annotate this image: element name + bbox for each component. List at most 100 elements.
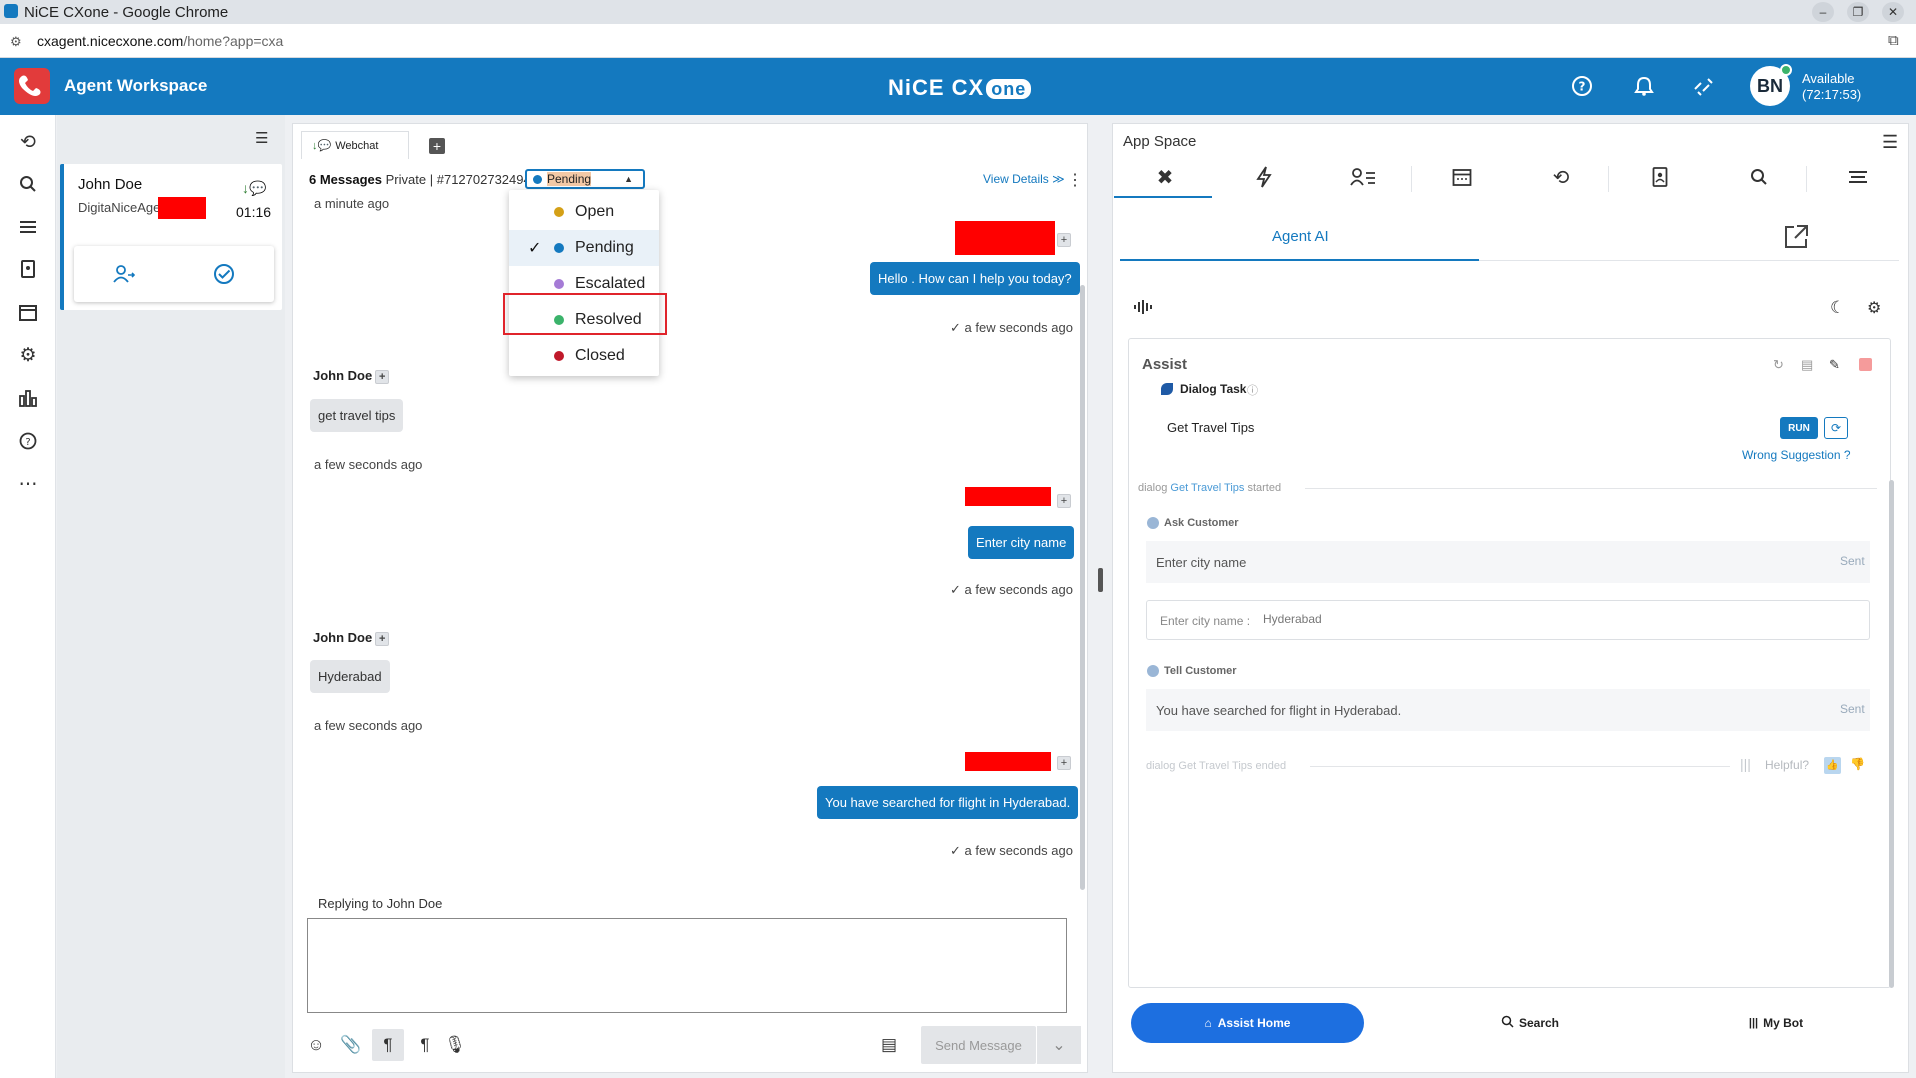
dialog-task-icon — [1160, 382, 1174, 396]
settings-gear-icon[interactable]: ⚙ — [1867, 298, 1881, 318]
info-icon[interactable]: ⓘ — [1247, 382, 1258, 398]
waveform-icon[interactable] — [1133, 299, 1153, 320]
conversation-meta: 6 Messages Private | #712702732494 — [309, 172, 531, 187]
paragraph-icon[interactable]: ¶ — [412, 1032, 438, 1058]
more-options-icon[interactable]: ⋮ — [1067, 170, 1083, 190]
contacts-book-icon[interactable] — [1645, 163, 1675, 191]
send-options-chevron-down-icon[interactable]: ⌄ — [1037, 1026, 1081, 1064]
queue-icon[interactable] — [14, 213, 42, 241]
send-message-button[interactable]: Send Message — [921, 1026, 1036, 1064]
redacted-block — [965, 752, 1051, 771]
url-host: cxagent.nicecxone.com — [37, 32, 184, 49]
bell-icon[interactable] — [1632, 75, 1656, 99]
disconnect-icon[interactable] — [1692, 75, 1716, 99]
help-icon[interactable]: ? — [1570, 75, 1594, 99]
status-option-open[interactable]: Open — [509, 194, 659, 230]
tell-customer-label: Tell Customer — [1147, 665, 1237, 678]
assist-scrollbar[interactable] — [1889, 480, 1894, 988]
status-dot — [554, 351, 564, 361]
address-bar[interactable]: ⚙ cxagent.nicecxone.com/home?app=cxa ⧉ — [0, 24, 1916, 58]
history-icon[interactable]: ⟲ — [14, 128, 42, 156]
window-title: NiCE CXone - Google Chrome — [24, 3, 229, 21]
thumbs-down-icon[interactable]: 👎 — [1850, 757, 1865, 771]
message-time: ✓ a few seconds ago — [950, 843, 1073, 858]
external-link-icon[interactable] — [1783, 224, 1809, 257]
restore-icon[interactable]: ❐ — [1847, 2, 1869, 22]
customer-profile-icon[interactable] — [1348, 163, 1378, 191]
agent-status-label: Available — [1802, 71, 1855, 86]
emoji-icon[interactable]: ☺ — [303, 1032, 329, 1058]
status-option-pending[interactable]: ✓ Pending — [509, 230, 659, 266]
panel-resize-handle[interactable] — [1098, 568, 1103, 592]
edit-icon[interactable]: ✎ — [1829, 357, 1840, 373]
tools-icon[interactable]: ✖ — [1150, 163, 1180, 191]
tab-agent-ai[interactable]: Agent AI — [1272, 228, 1329, 245]
site-settings-icon[interactable]: ⚙ — [10, 34, 22, 50]
add-icon[interactable]: + — [1057, 233, 1071, 247]
chat-incoming-icon: ↓💬 — [242, 180, 267, 196]
contact-timer: 01:16 — [236, 204, 272, 220]
knowledge-base-icon[interactable] — [1843, 163, 1873, 191]
stop-icon[interactable] — [1859, 358, 1872, 371]
my-bot-button[interactable]: ||| My Bot — [1716, 1003, 1836, 1043]
tab-webchat[interactable]: ↓💬 Webchat — [301, 131, 409, 159]
gear-icon[interactable]: ⚙ — [14, 341, 42, 369]
directory-icon[interactable] — [14, 255, 42, 283]
customer-message: get travel tips — [310, 399, 404, 432]
add-icon[interactable]: + — [375, 369, 390, 384]
search-icon[interactable] — [14, 170, 42, 198]
run-button[interactable]: RUN — [1780, 417, 1818, 439]
ask-customer-text: Enter city name — [1156, 555, 1247, 570]
add-icon[interactable]: + — [375, 631, 390, 646]
status-select[interactable]: Pending ▲ — [525, 169, 645, 189]
history-icon[interactable]: ⟲ — [1546, 163, 1576, 191]
search-icon[interactable] — [1744, 163, 1774, 191]
reply-label: Replying to John Doe — [318, 896, 443, 911]
lightning-icon[interactable] — [1249, 163, 1279, 191]
calendar-icon[interactable] — [14, 298, 42, 326]
refresh-icon[interactable]: ↻ — [1773, 357, 1784, 373]
waveform-icon: ||| — [1740, 756, 1751, 772]
reply-input[interactable] — [307, 918, 1067, 1013]
city-name-input[interactable] — [1146, 600, 1870, 640]
help-circle-icon[interactable]: ? — [14, 427, 42, 455]
collapse-list-icon[interactable]: ☰ — [255, 129, 268, 147]
check-icon: ✓ — [528, 240, 542, 257]
attachment-icon[interactable]: 📎 — [338, 1032, 364, 1058]
agent-message: Enter city name — [968, 526, 1075, 559]
status-dot — [554, 207, 564, 217]
contact-card[interactable]: John Doe DigitaNiceAgent ↓💬 01:16 — [60, 164, 282, 310]
close-icon[interactable]: ✕ — [1882, 2, 1904, 22]
transfer-icon[interactable] — [74, 246, 174, 302]
install-app-icon[interactable]: ⧉ — [1888, 32, 1899, 49]
add-icon[interactable]: + — [1057, 756, 1071, 770]
add-tab-button[interactable]: + — [429, 138, 445, 154]
agent-status[interactable]: Available (72:17:53) — [1802, 71, 1861, 103]
minimize-icon[interactable]: – — [1812, 2, 1834, 22]
wrong-suggestion-link[interactable]: Wrong Suggestion ? — [1742, 448, 1851, 462]
assist-home-button[interactable]: ⌂ Assist Home — [1131, 1003, 1364, 1043]
add-icon[interactable]: + — [1057, 494, 1071, 508]
complete-icon[interactable] — [174, 246, 274, 302]
quick-replies-icon[interactable]: ▤ — [876, 1032, 902, 1058]
status-select-value: Pending — [547, 172, 592, 186]
app-space-menu-icon[interactable]: ☰ — [1882, 132, 1898, 153]
assist-title: Assist — [1142, 356, 1188, 373]
status-option-closed[interactable]: Closed — [509, 338, 659, 374]
reports-icon[interactable] — [14, 384, 42, 412]
agent-status-timer: (72:17:53) — [1802, 87, 1862, 102]
more-icon[interactable]: ⋯ — [14, 470, 42, 498]
thumbs-up-icon[interactable]: 👍 — [1824, 757, 1841, 774]
tab-divider — [1411, 166, 1412, 192]
microphone-icon[interactable]: 🎙 — [442, 1032, 468, 1058]
search-nav-button[interactable]: Search — [1470, 1003, 1590, 1043]
view-details-link[interactable]: View Details ≫ — [983, 172, 1065, 186]
dark-mode-icon[interactable]: ☾ — [1830, 298, 1845, 318]
document-icon[interactable]: ▤ — [1801, 357, 1813, 373]
calendar-icon[interactable] — [1447, 163, 1477, 191]
rich-text-icon[interactable]: ¶ — [372, 1029, 404, 1061]
agent-ai-tab-underline — [1120, 259, 1479, 261]
run-alt-icon[interactable]: ⟳ — [1824, 417, 1848, 439]
messages-scrollbar[interactable] — [1080, 285, 1085, 890]
avatar[interactable]: BN — [1750, 64, 1792, 106]
